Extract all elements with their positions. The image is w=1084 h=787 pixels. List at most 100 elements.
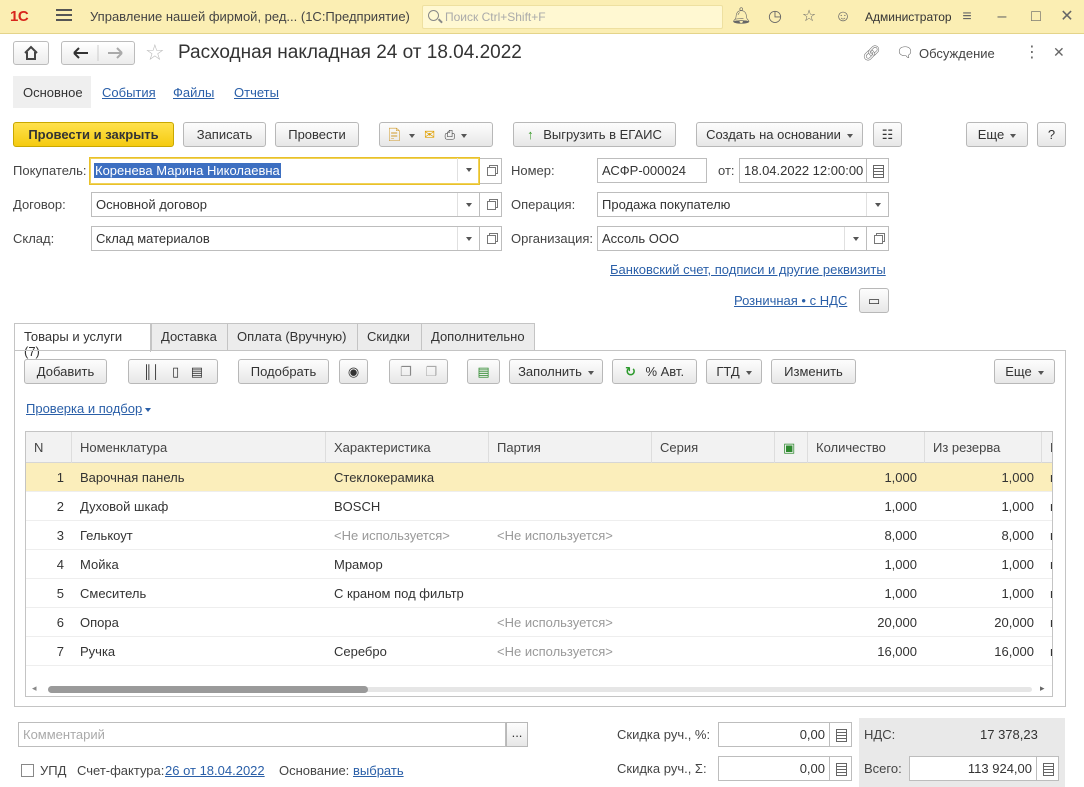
chevron-down-icon[interactable]: [844, 227, 866, 250]
total-field[interactable]: 113 924,00: [909, 756, 1037, 781]
tab-discounts[interactable]: Скидки: [357, 323, 422, 350]
buyer-field[interactable]: Коренева Марина Николаевна: [89, 157, 480, 185]
export-egais-button[interactable]: ↑ Выгрузить в ЕГАИС: [513, 122, 676, 147]
back-forward-buttons[interactable]: [61, 41, 135, 65]
terminal-icon[interactable]: ▤: [191, 364, 203, 379]
cell-unit[interactable]: ш: [1042, 550, 1052, 579]
bell-icon[interactable]: 🔔︎: [731, 7, 751, 27]
cell-series[interactable]: [652, 579, 775, 608]
cell-series[interactable]: [652, 550, 775, 579]
add-row-button[interactable]: Добавить: [24, 359, 107, 384]
cell-unit[interactable]: к: [1042, 521, 1052, 550]
printer-icon[interactable]: ⎙: [445, 123, 455, 146]
calendar-icon[interactable]: [867, 158, 889, 183]
main-menu-icon[interactable]: [56, 9, 72, 23]
cell-n[interactable]: 1: [26, 463, 72, 492]
history-icon[interactable]: ◷: [765, 7, 785, 27]
scroll-left-icon[interactable]: ◂: [32, 683, 37, 694]
cell-item[interactable]: Ручка: [72, 637, 326, 666]
manual-discount-pct-field[interactable]: 0,00: [718, 722, 830, 747]
cell-unit[interactable]: ш: [1042, 463, 1052, 492]
minimize-icon[interactable]: –: [992, 7, 1012, 27]
cell-qty[interactable]: 1,000: [808, 463, 925, 492]
copy-icon[interactable]: ❐: [400, 364, 412, 379]
chevron-down-icon[interactable]: [457, 158, 479, 181]
calculator-icon[interactable]: [830, 756, 852, 781]
cell-qty[interactable]: 1,000: [808, 579, 925, 608]
cell-n[interactable]: 4: [26, 550, 72, 579]
cell-char[interactable]: [326, 608, 489, 637]
cell-unit[interactable]: ш: [1042, 579, 1052, 608]
cell-qty[interactable]: 1,000: [808, 492, 925, 521]
cell-char[interactable]: С краном под фильтр: [326, 579, 489, 608]
cell-unit[interactable]: ш: [1042, 608, 1052, 637]
table-row[interactable]: 5СмесительС краном под фильтр1,0001,000ш: [26, 579, 1052, 608]
cell-series[interactable]: [652, 521, 775, 550]
date-field[interactable]: 18.04.2022 12:00:00: [739, 158, 867, 183]
cell-item[interactable]: Гелькоут: [72, 521, 326, 550]
cell-n[interactable]: 5: [26, 579, 72, 608]
cell-batch[interactable]: <Не используется>: [489, 521, 652, 550]
favorites-star-icon[interactable]: ☆: [799, 7, 819, 27]
price-settings-icon[interactable]: ▭: [859, 288, 889, 313]
link-icon[interactable]: 🔗︎: [862, 44, 881, 62]
cell-char[interactable]: Мрамор: [326, 550, 489, 579]
operation-field[interactable]: Продажа покупателю: [597, 192, 889, 217]
cell-char[interactable]: <Не используется>: [326, 521, 489, 550]
goods-table[interactable]: N Номенклатура Характеристика Партия Сер…: [25, 431, 1053, 697]
discussion-icon[interactable]: 🗨︎: [896, 44, 914, 61]
structure-icon[interactable]: ☷: [873, 122, 902, 147]
manual-discount-sum-field[interactable]: 0,00: [718, 756, 830, 781]
change-button[interactable]: Изменить: [771, 359, 856, 384]
col-batch[interactable]: Партия: [489, 432, 652, 463]
horizontal-scrollbar[interactable]: ◂ ▸: [26, 682, 1052, 696]
cell-item[interactable]: Смеситель: [72, 579, 326, 608]
discussion-link[interactable]: Обсуждение: [919, 46, 995, 61]
tab-files[interactable]: Файлы: [173, 85, 214, 100]
col-unit[interactable]: Е: [1042, 432, 1052, 463]
cell-qty[interactable]: 8,000: [808, 521, 925, 550]
cell-qty[interactable]: 1,000: [808, 550, 925, 579]
copy-paste-group[interactable]: ❐ ❐: [389, 359, 448, 384]
upd-checkbox[interactable]: [21, 764, 34, 777]
maximize-icon[interactable]: □: [1026, 7, 1046, 27]
barcode-icon[interactable]: ║│: [143, 364, 160, 379]
price-kind-link[interactable]: Розничная • с НДС: [734, 293, 847, 308]
chevron-down-icon[interactable]: [457, 193, 479, 216]
eye-icon[interactable]: ◉: [339, 359, 368, 384]
cell-reserve[interactable]: 1,000: [925, 550, 1042, 579]
cell-batch[interactable]: [489, 579, 652, 608]
email-icon[interactable]: ✉: [424, 123, 435, 146]
user-name[interactable]: Администратор: [865, 10, 952, 24]
cell-batch[interactable]: [489, 463, 652, 492]
cell-reserve[interactable]: 20,000: [925, 608, 1042, 637]
warehouse-field[interactable]: Склад материалов: [91, 226, 480, 251]
check-and-pick-link[interactable]: Проверка и подбор: [26, 401, 152, 416]
open-buyer-icon[interactable]: [480, 158, 502, 184]
col-marking[interactable]: ▣: [775, 432, 808, 463]
global-search-input[interactable]: Поиск Ctrl+Shift+F: [422, 5, 723, 29]
cell-item[interactable]: Духовой шкаф: [72, 492, 326, 521]
col-quantity[interactable]: Количество: [808, 432, 925, 463]
cell-series[interactable]: [652, 608, 775, 637]
scan-tools-group[interactable]: ║│ ▯ ▤: [128, 359, 218, 384]
comment-expand-button[interactable]: ...: [506, 722, 528, 747]
save-button[interactable]: Записать: [183, 122, 266, 147]
cell-reserve[interactable]: 16,000: [925, 637, 1042, 666]
cell-reserve[interactable]: 1,000: [925, 463, 1042, 492]
table-row[interactable]: 7 Ручка Серебро <Не используется> 16,000 16,0…: [26, 637, 1052, 666]
pick-button[interactable]: Подобрать: [238, 359, 329, 384]
cell-item[interactable]: Варочная панель: [72, 463, 326, 492]
auto-discount-button[interactable]: ↻ % Авт.: [612, 359, 697, 384]
tab-payment[interactable]: Оплата (Вручную): [227, 323, 358, 350]
table-row[interactable]: 1 Варочная панель Стеклокерамика 1,000 1,000…: [26, 463, 1052, 492]
tab-reports[interactable]: Отчеты: [234, 85, 279, 100]
cell-item[interactable]: Мойка: [72, 550, 326, 579]
data-collection-icon[interactable]: ▯: [172, 364, 179, 379]
cell-item[interactable]: Опора: [72, 608, 326, 637]
col-n[interactable]: N: [26, 432, 72, 463]
cell-n[interactable]: 7: [26, 637, 72, 666]
home-button[interactable]: [13, 41, 49, 65]
settings-menu-icon[interactable]: ≡: [957, 7, 977, 27]
close-form-icon[interactable]: ✕: [1053, 44, 1065, 61]
